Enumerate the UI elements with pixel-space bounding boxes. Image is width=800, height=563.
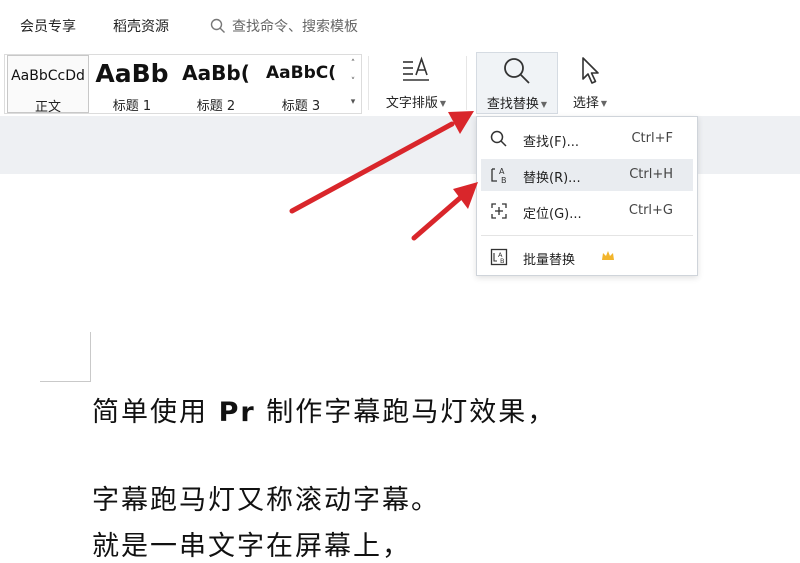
search-icon <box>490 130 507 147</box>
style-heading-1[interactable]: AaBb 标题 1 <box>91 55 173 114</box>
style-label: 标题 1 <box>112 99 152 114</box>
document-line-3[interactable]: 就是一串文字在屏幕上， <box>92 524 411 563</box>
crown-icon <box>602 251 614 260</box>
text-layout-button[interactable]: 文字排版 ▼ <box>376 52 456 114</box>
batch-replace-icon: A B <box>490 248 508 266</box>
search-icon <box>504 58 530 84</box>
menu-item-replace[interactable]: A B 替换(R)... Ctrl+H <box>481 159 693 191</box>
text-layout-icon <box>403 56 429 81</box>
page-margin-marker <box>40 381 91 382</box>
ribbon-divider <box>368 56 369 110</box>
text-run-bold: Pr <box>218 397 256 428</box>
menu-item-batch-replace[interactable]: A B 批量替换 <box>481 241 693 273</box>
find-replace-dropdown: 查找(F)... Ctrl+F A B 替换(R)... Ctrl+H 定位(G… <box>476 116 698 276</box>
document-line-2[interactable]: 字幕跑马灯又称滚动字幕。 <box>92 478 440 517</box>
text-run: 制作字幕跑马灯效果， <box>255 397 557 428</box>
style-sample: AaBbCcDd <box>11 68 85 84</box>
menu-docer-resources[interactable]: 稻壳资源 <box>113 16 169 36</box>
page-margin-marker <box>90 332 91 382</box>
style-heading-3[interactable]: AaBbC( 标题 3 <box>259 55 343 114</box>
top-menu-bar: 会员专享 稻壳资源 查找命令、搜索模板 <box>0 0 800 50</box>
svg-text:B: B <box>500 257 504 265</box>
menu-item-shortcut: Ctrl+H <box>629 167 673 182</box>
chevron-down-icon[interactable]: ˅ <box>347 77 359 87</box>
text-run: 简单使用 <box>92 397 219 428</box>
ribbon-divider <box>466 56 467 110</box>
menu-item-shortcut: Ctrl+G <box>628 203 673 218</box>
menu-item-label: 定位(G)... <box>523 207 582 222</box>
style-normal[interactable]: AaBbCcDd 正文 <box>7 55 89 115</box>
styles-gallery: AaBbCcDd 正文 AaBb 标题 1 AaBb( 标题 2 AaBbC( … <box>4 54 362 115</box>
text-layout-label: 文字排版 <box>385 96 438 111</box>
caret-down-icon: ▼ <box>540 100 548 109</box>
style-label: 正文 <box>34 100 61 115</box>
menu-item-find[interactable]: 查找(F)... Ctrl+F <box>481 123 693 155</box>
caret-down-icon: ▼ <box>600 99 608 108</box>
style-heading-2[interactable]: AaBb( 标题 2 <box>175 55 257 114</box>
chevron-up-icon[interactable]: ˄ <box>347 59 359 69</box>
document-line-1[interactable]: 简单使用 Pr 制作字幕跑马灯效果， <box>92 390 556 429</box>
expand-gallery-icon[interactable]: ▾ <box>347 97 359 107</box>
gallery-scroll[interactable]: ˄ ˅ ▾ <box>347 57 359 111</box>
svg-text:B: B <box>501 176 507 185</box>
style-sample: AaBbC( <box>265 63 336 83</box>
menu-member-exclusive[interactable]: 会员专享 <box>20 16 76 36</box>
menu-item-label: 批量替换 <box>523 253 576 268</box>
replace-icon: A B <box>491 167 507 185</box>
ribbon: AaBbCcDd 正文 AaBb 标题 1 AaBb( 标题 2 AaBbC( … <box>0 50 800 116</box>
style-sample: AaBb <box>95 59 169 88</box>
select-button[interactable]: 选择 ▼ <box>562 52 618 114</box>
menu-item-label: 查找(F)... <box>523 135 580 150</box>
search-icon <box>210 18 225 33</box>
search-placeholder: 查找命令、搜索模板 <box>232 19 358 35</box>
style-label: 标题 2 <box>196 99 236 114</box>
menu-divider <box>481 235 693 236</box>
command-search[interactable]: 查找命令、搜索模板 <box>210 16 358 36</box>
style-label: 标题 3 <box>281 99 321 114</box>
svg-text:A: A <box>499 167 505 176</box>
menu-item-label: 替换(R)... <box>523 171 581 186</box>
pointer-icon <box>582 57 599 84</box>
caret-down-icon: ▼ <box>439 99 447 108</box>
style-sample: AaBb( <box>182 61 250 85</box>
find-replace-label: 查找替换 <box>486 97 539 112</box>
menu-item-goto[interactable]: 定位(G)... Ctrl+G <box>481 195 693 227</box>
menu-item-shortcut: Ctrl+F <box>631 131 673 146</box>
select-label: 选择 <box>572 96 599 111</box>
find-replace-button[interactable]: 查找替换 ▼ <box>476 52 558 114</box>
locate-icon <box>491 203 507 219</box>
